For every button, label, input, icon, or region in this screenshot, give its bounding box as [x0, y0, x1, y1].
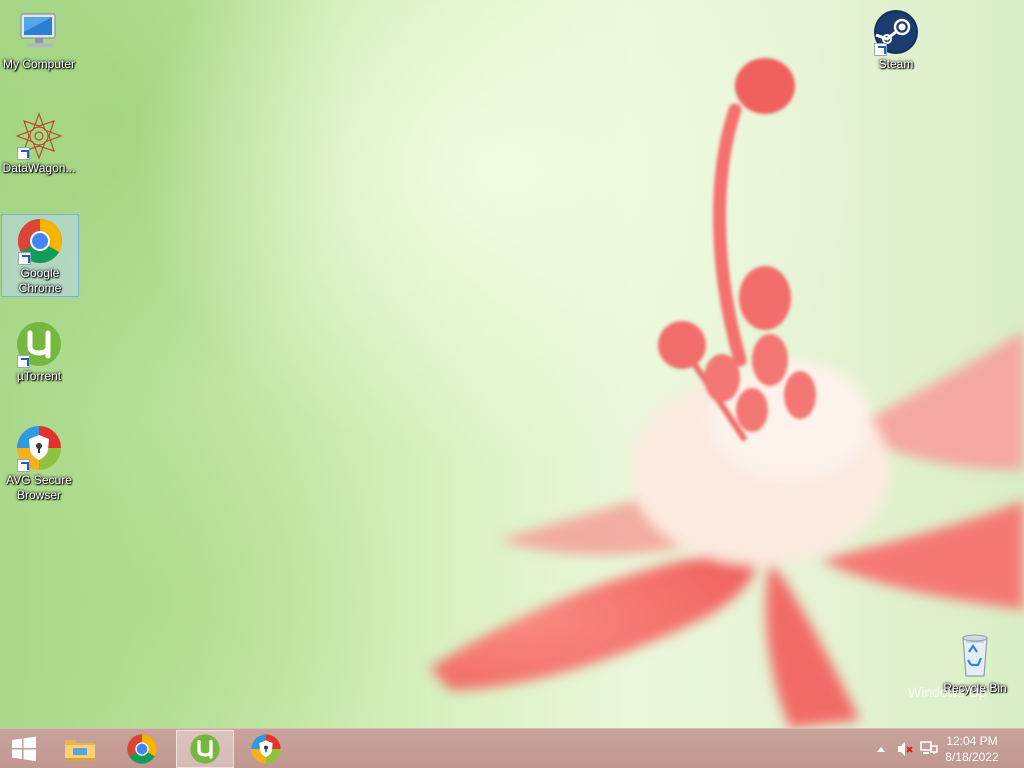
clock[interactable]: 12:04 PM 8/18/2022: [936, 733, 1008, 765]
desktop-icon-datawagon[interactable]: DataWagon...: [0, 110, 78, 176]
datawagon-icon: [15, 112, 63, 160]
show-hidden-icons-arrow[interactable]: [872, 741, 890, 757]
windows-start-icon: [12, 736, 36, 762]
shortcut-arrow-icon: [17, 147, 30, 160]
desktop-icon-google-chrome[interactable]: Google Chrome: [1, 214, 79, 297]
desktop-icon-avg-secure-browser[interactable]: AVG Secure Browser: [0, 422, 78, 503]
desktop-icon-steam[interactable]: Steam: [857, 6, 935, 72]
recycle-bin-icon: [951, 632, 999, 680]
desktop-icon-label: Google Chrome: [18, 266, 62, 295]
shortcut-arrow-icon: [18, 252, 31, 265]
computer-icon: [15, 8, 63, 56]
chrome-icon: [16, 217, 64, 265]
utorrent-icon: [15, 320, 63, 368]
desktop-icon-label: AVG Secure Browser: [6, 473, 72, 502]
file-explorer-icon: [65, 740, 95, 761]
clock-date: 8/18/2022: [945, 750, 999, 764]
desktop-icon-label: My Computer: [2, 57, 76, 71]
desktop-icon-utorrent[interactable]: µTorrent: [0, 318, 78, 384]
volume-muted-icon[interactable]: [896, 741, 914, 757]
taskbar: 12:04 PM 8/18/2022: [0, 728, 1024, 768]
steam-icon: [872, 8, 920, 56]
desktop[interactable]: My Computer DataWagon... Google Chrome µ…: [0, 0, 1024, 728]
shortcut-arrow-icon: [874, 43, 887, 56]
taskbar-file-explorer[interactable]: [52, 730, 108, 768]
utorrent-icon: [190, 734, 220, 764]
desktop-icon-label: DataWagon...: [2, 161, 76, 175]
wallpaper-flower: [430, 58, 1024, 728]
desktop-icon-label: µTorrent: [16, 369, 62, 383]
desktop-icon-my-computer[interactable]: My Computer: [0, 6, 78, 72]
chrome-icon: [127, 734, 157, 764]
start-button[interactable]: [0, 730, 48, 768]
activation-watermark: Windows Up: [908, 684, 987, 700]
clock-time: 12:04 PM: [946, 734, 998, 748]
shortcut-arrow-icon: [17, 355, 30, 368]
avg-browser-icon: [15, 424, 63, 472]
taskbar-utorrent[interactable]: [176, 730, 234, 768]
taskbar-google-chrome[interactable]: [114, 730, 170, 768]
taskbar-avg-secure-browser[interactable]: [238, 730, 294, 768]
desktop-icon-label: Steam: [878, 57, 914, 71]
shortcut-arrow-icon: [17, 459, 30, 472]
avg-browser-icon: [251, 734, 281, 764]
